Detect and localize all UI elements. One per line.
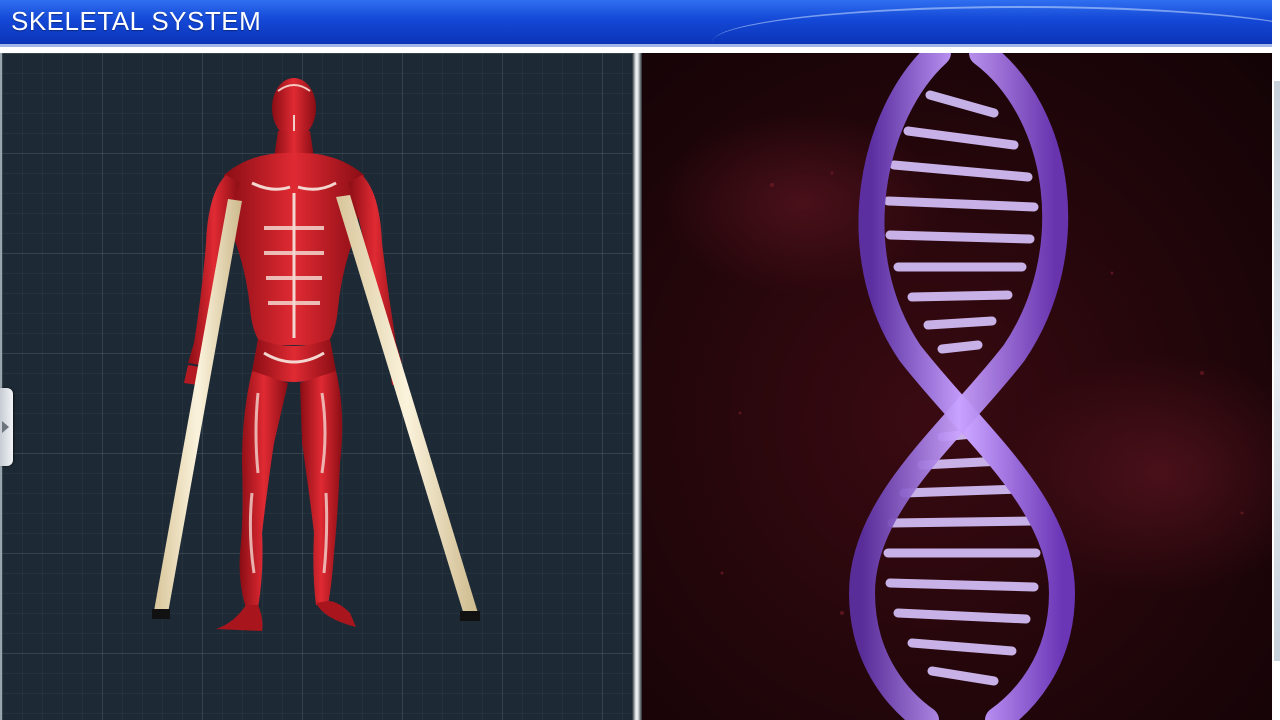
- title-bar: SKELETAL SYSTEM: [0, 0, 1272, 47]
- dna-helix-icon: [848, 53, 1076, 720]
- right-edge-tab: [1274, 81, 1280, 661]
- page-title: SKELETAL SYSTEM: [11, 6, 262, 36]
- side-panel-handle[interactable]: [0, 388, 13, 466]
- dna-helix-illustration: [662, 53, 1272, 720]
- title-swoosh-decoration: [712, 6, 1272, 44]
- muscular-figure-illustration: [152, 78, 480, 631]
- human-figure-icon: [184, 78, 406, 631]
- right-edge-strip: [1272, 53, 1280, 720]
- right-image-panel: [642, 53, 1272, 720]
- left-image-panel: [0, 53, 632, 720]
- panel-divider: [632, 53, 642, 720]
- chevron-right-icon: [2, 421, 9, 433]
